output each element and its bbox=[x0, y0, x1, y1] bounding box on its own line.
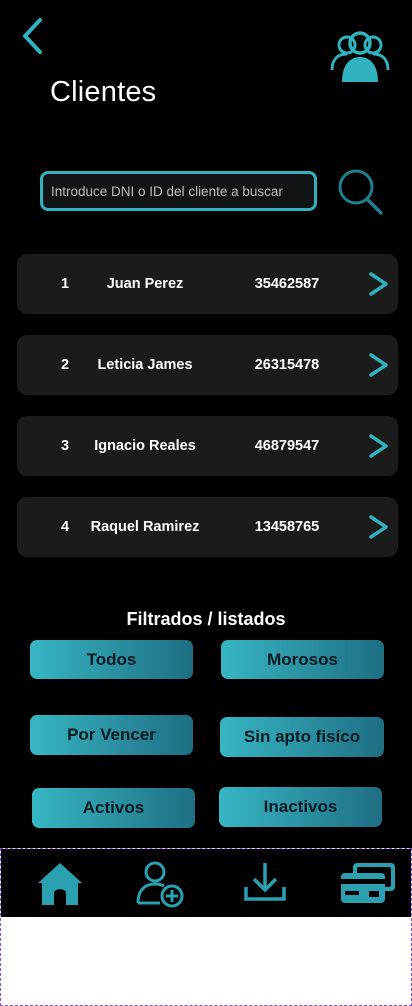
client-dni: 46879547 bbox=[254, 438, 320, 454]
filter-sin-apto-fisico-button[interactable]: Sin apto fisíco bbox=[220, 717, 384, 757]
bottom-navigation bbox=[0, 848, 412, 1006]
nav-payments-button[interactable] bbox=[339, 857, 395, 909]
search-icon bbox=[338, 169, 383, 215]
bottom-nav-bar bbox=[1, 849, 411, 917]
client-row[interactable]: 4 Raquel Ramirez 13458765 bbox=[17, 497, 398, 557]
filter-inactivos-button[interactable]: Inactivos bbox=[219, 787, 382, 827]
chevron-right-icon[interactable] bbox=[367, 513, 391, 541]
chevron-right-icon[interactable] bbox=[367, 432, 391, 460]
client-number: 1 bbox=[61, 276, 70, 292]
filter-todos-button[interactable]: Todos bbox=[30, 640, 193, 679]
back-button[interactable] bbox=[16, 14, 52, 58]
client-number: 2 bbox=[61, 357, 70, 373]
chevron-right-icon[interactable] bbox=[367, 351, 391, 379]
client-name: Ignacio Reales bbox=[94, 438, 196, 454]
client-name: Raquel Ramirez bbox=[90, 519, 200, 535]
avatar bbox=[328, 26, 392, 86]
chevron-left-icon bbox=[23, 18, 42, 54]
filter-por-vencer-button[interactable]: Por Vencer bbox=[30, 715, 193, 755]
nav-add-user-button[interactable] bbox=[134, 857, 186, 909]
download-icon bbox=[244, 863, 286, 901]
chevron-right-icon[interactable] bbox=[367, 270, 391, 298]
client-row[interactable]: 2 Leticia James 26315478 bbox=[17, 335, 398, 395]
filter-morosos-button[interactable]: Morosos bbox=[221, 640, 384, 679]
search-button[interactable] bbox=[335, 166, 385, 218]
nav-download-button[interactable] bbox=[239, 857, 291, 909]
filter-activos-button[interactable]: Activos bbox=[32, 788, 195, 828]
client-dni: 13458765 bbox=[254, 519, 320, 535]
filters-title: Filtrados / listados bbox=[126, 609, 286, 629]
client-number: 4 bbox=[61, 519, 70, 535]
client-name: Leticia James bbox=[97, 357, 193, 373]
client-row[interactable]: 1 Juan Perez 35462587 bbox=[17, 254, 398, 314]
client-name: Juan Perez bbox=[106, 276, 184, 292]
search-input[interactable] bbox=[40, 171, 317, 211]
page-title: Clientes bbox=[50, 76, 157, 108]
client-dni: 35462587 bbox=[254, 276, 320, 292]
client-number: 3 bbox=[61, 438, 70, 454]
payment-card-icon bbox=[341, 863, 395, 903]
client-row[interactable]: 3 Ignacio Reales 46879547 bbox=[17, 416, 398, 476]
client-dni: 26315478 bbox=[254, 357, 320, 373]
add-user-icon bbox=[136, 861, 184, 908]
home-icon bbox=[38, 863, 82, 905]
nav-home-button[interactable] bbox=[34, 857, 86, 909]
users-group-icon bbox=[330, 31, 390, 82]
